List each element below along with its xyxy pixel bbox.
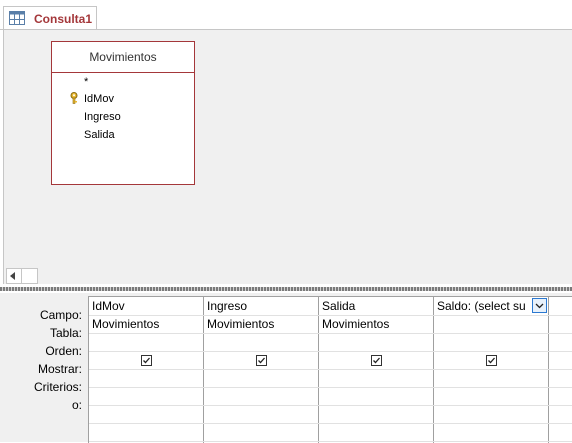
campo-dropdown-button[interactable]	[532, 298, 547, 313]
field-salida[interactable]: Salida	[84, 129, 115, 141]
mostrar-checkbox[interactable]	[371, 355, 382, 366]
column-divider[interactable]	[548, 297, 549, 443]
table-movimientos[interactable]: Movimientos * IdMov Ingreso Salida	[51, 41, 195, 185]
campo-cell[interactable]: Ingreso	[207, 299, 315, 313]
row-divider	[89, 405, 572, 406]
row-label-tabla: Tabla:	[49, 326, 82, 340]
query-icon	[9, 11, 25, 25]
row-divider	[89, 351, 572, 352]
row-divider	[89, 423, 572, 424]
primary-key-icon	[70, 92, 78, 104]
tab-label: Consulta1	[34, 12, 93, 26]
mostrar-checkbox[interactable]	[141, 355, 152, 366]
row-divider	[89, 387, 572, 388]
mostrar-checkbox[interactable]	[486, 355, 497, 366]
campo-cell[interactable]: Salida	[322, 299, 430, 313]
row-label-criterios: Criterios:	[33, 380, 82, 394]
tabla-cell[interactable]: Movimientos	[322, 317, 430, 331]
campo-cell-saldo[interactable]: Saldo: (select su	[437, 299, 531, 313]
tabla-cell[interactable]: Movimientos	[92, 317, 200, 331]
column-divider[interactable]	[318, 297, 319, 443]
field-ingreso[interactable]: Ingreso	[84, 111, 121, 123]
table-title[interactable]: Movimientos	[52, 42, 194, 73]
row-divider	[89, 369, 572, 370]
row-divider	[89, 315, 572, 316]
row-label-mostrar: Mostrar:	[37, 362, 82, 376]
pane-splitter[interactable]	[0, 284, 572, 293]
scrollbar-divider	[21, 269, 22, 283]
row-label-o: o:	[71, 398, 82, 412]
row-divider	[89, 333, 572, 334]
splitter-grip[interactable]	[0, 287, 572, 291]
field-idmov[interactable]: IdMov	[84, 93, 114, 105]
field-all[interactable]: *	[84, 76, 88, 88]
document-tab-bar: Consulta1	[0, 0, 572, 30]
query-design-table-pane[interactable]: Movimientos * IdMov Ingreso Salida	[3, 30, 572, 284]
query-design-grid-pane: Campo: Tabla: Orden: Mostrar: Criterios:…	[0, 293, 572, 443]
scroll-left-icon[interactable]	[10, 272, 15, 280]
row-label-campo: Campo:	[39, 308, 82, 322]
mostrar-checkbox[interactable]	[256, 355, 267, 366]
column-divider[interactable]	[433, 297, 434, 443]
horizontal-scrollbar[interactable]	[6, 268, 38, 284]
query-grid: IdMov Movimientos Ingreso Movimientos Sa…	[88, 296, 572, 443]
campo-cell[interactable]: IdMov	[92, 299, 200, 313]
tabla-cell[interactable]: Movimientos	[207, 317, 315, 331]
tab-consulta1[interactable]: Consulta1	[3, 6, 97, 30]
row-label-orden: Orden:	[45, 344, 82, 358]
chevron-down-icon	[535, 303, 544, 309]
column-divider[interactable]	[203, 297, 204, 443]
